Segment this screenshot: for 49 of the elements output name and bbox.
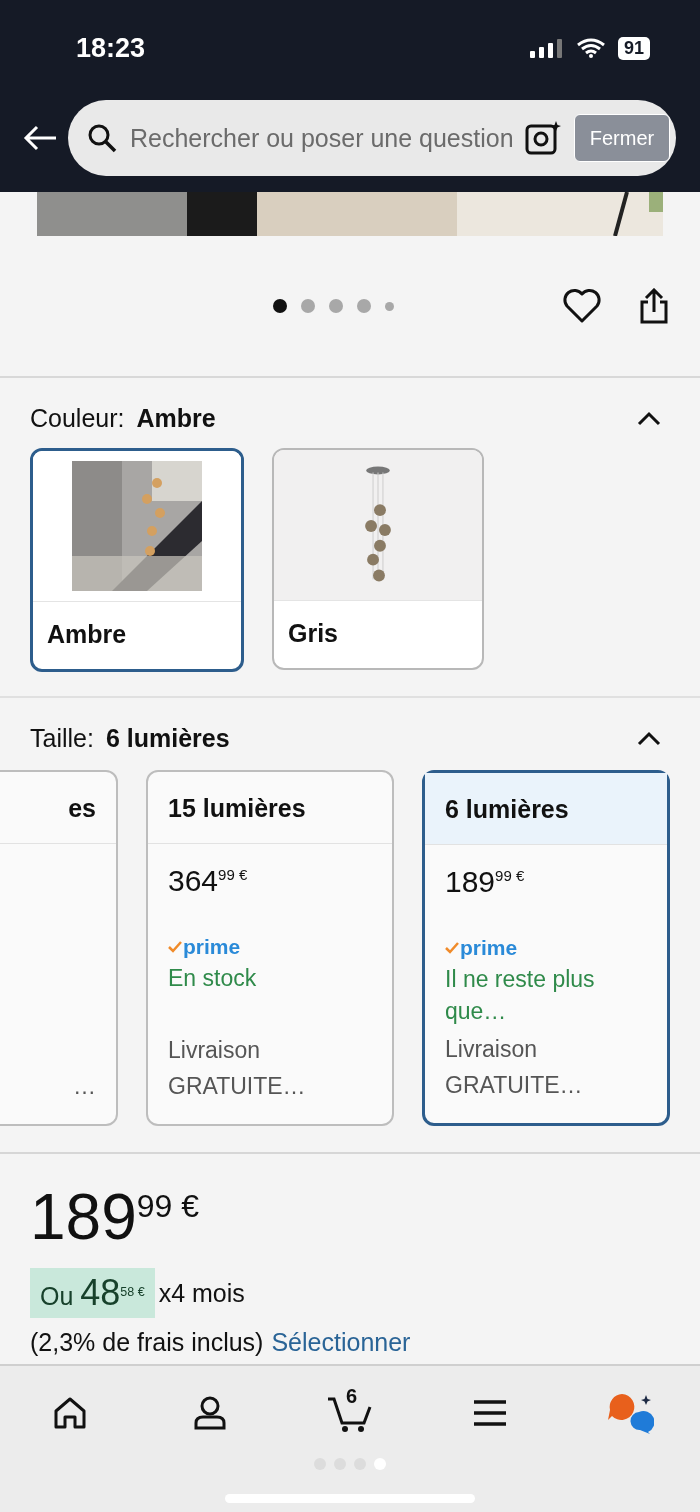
status-time: 18:23 (76, 32, 146, 64)
carousel-dot[interactable] (272, 299, 287, 313)
carousel-dot[interactable] (384, 301, 394, 311)
chat-bubbles-icon[interactable] (606, 1392, 654, 1434)
delivery-text: … (72, 1072, 96, 1101)
chevron-icon[interactable] (636, 730, 662, 746)
size-option-title: es (0, 772, 116, 844)
prime-label: prime (460, 936, 518, 960)
stock-status: En stock (168, 964, 258, 993)
share-icon[interactable] (638, 288, 670, 324)
wifi-icon (575, 38, 606, 58)
signal-icon (529, 38, 564, 58)
cart-count: 6 (346, 1385, 358, 1408)
battery-indicator: 91 (617, 36, 650, 60)
size-option-card[interactable]: es … (0, 770, 118, 1126)
price: 189$^{99 €}$ (30, 1180, 201, 1255)
carousel-dot[interactable] (328, 299, 343, 313)
size-option-title: 15 lumières (148, 772, 392, 844)
color-label: Couleur: (30, 403, 125, 433)
installment-price: Ou 48$^{58 €}$ (30, 1268, 155, 1318)
search-icon (86, 122, 118, 154)
home-icon[interactable] (52, 1396, 88, 1430)
color-option[interactable]: Gris (272, 448, 484, 670)
size-value: 6 lumières (105, 723, 230, 753)
installment-term: x4 mois (158, 1278, 245, 1308)
back-arrow-icon[interactable] (22, 124, 58, 152)
checkmark-icon (168, 941, 182, 953)
size-label: Taille: (30, 723, 94, 753)
color-value: Ambre (136, 403, 216, 433)
carousel-dot[interactable] (300, 299, 315, 313)
size-option-title: 6 lumières (425, 773, 667, 845)
delivery-text: Livraison GRATUITE… (445, 1035, 584, 1100)
option-price: 189$^{99 €}$ (445, 865, 525, 898)
carousel-dot[interactable] (356, 299, 371, 313)
chevron-icon[interactable] (636, 410, 662, 426)
size-option-card[interactable]: 6 lumières 189$^{99 €}$ prime Il ne reste plus que… Livraison GRATUITE… (422, 770, 670, 1126)
option-price: 364$^{99 €}$ (168, 864, 248, 897)
select-link[interactable]: Sélectionner (271, 1328, 411, 1357)
camera-icon[interactable] (524, 120, 562, 156)
color-option[interactable]: Ambre (30, 448, 244, 672)
heart-icon[interactable] (562, 288, 602, 324)
checkmark-icon (445, 942, 459, 954)
delivery-text: Livraison GRATUITE… (168, 1036, 307, 1101)
menu-icon[interactable] (472, 1399, 508, 1427)
person-icon[interactable] (192, 1395, 228, 1431)
stock-status: Il ne reste plus que… (445, 965, 596, 1026)
prime-label: prime (183, 935, 241, 959)
size-option-card[interactable]: 15 lumières 364$^{99 €}$ prime En stock Livraison GRATUITE… (146, 770, 394, 1126)
fees-text: (2,3% de frais inclus) (30, 1328, 264, 1357)
